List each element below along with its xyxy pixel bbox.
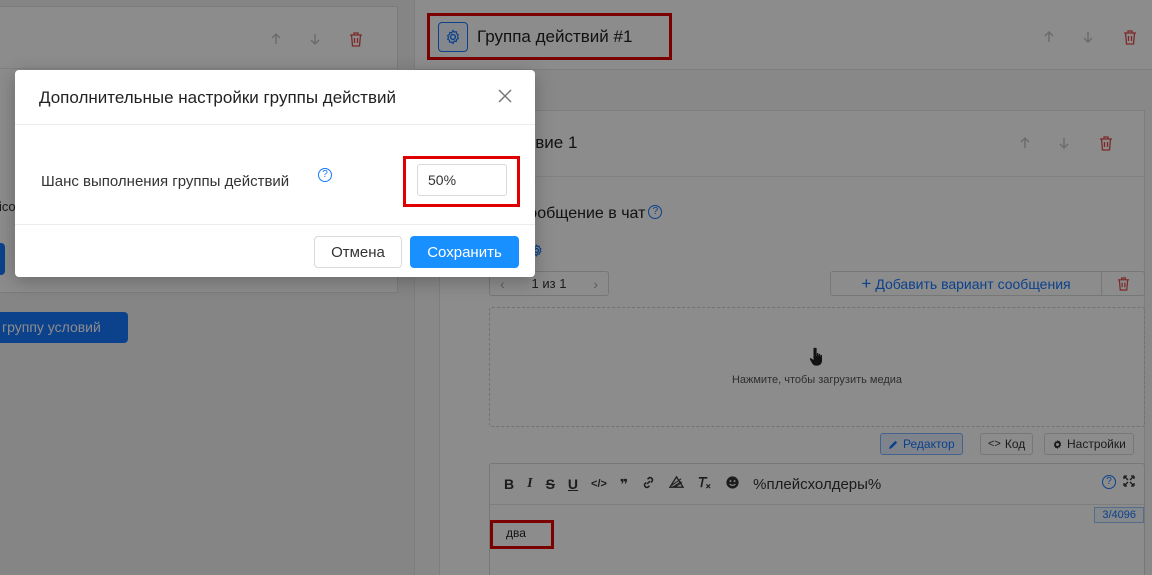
group-settings-modal: Дополнительные настройки группы действий… bbox=[15, 70, 535, 277]
help-icon[interactable]: ? bbox=[318, 168, 332, 182]
close-button[interactable] bbox=[493, 84, 517, 108]
cancel-button[interactable]: Отмена bbox=[314, 236, 402, 268]
modal-header: Дополнительные настройки группы действий bbox=[15, 70, 535, 125]
close-icon bbox=[498, 89, 512, 103]
modal-title: Дополнительные настройки группы действий bbox=[39, 88, 396, 107]
chance-label: Шанс выполнения группы действий bbox=[41, 173, 290, 190]
chance-input[interactable] bbox=[417, 164, 507, 196]
save-button[interactable]: Сохранить bbox=[410, 236, 519, 268]
